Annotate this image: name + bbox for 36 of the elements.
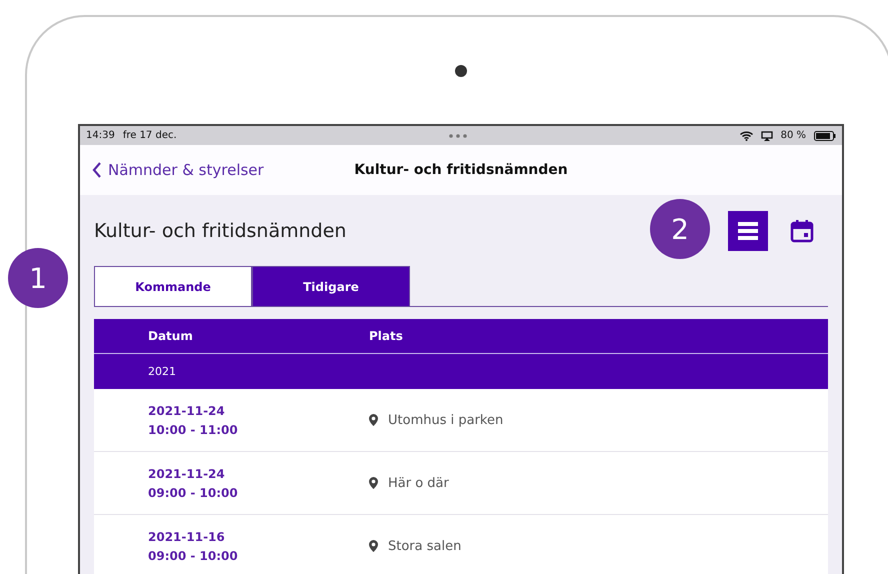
meeting-date: 2021-11-24 — [148, 404, 226, 418]
meeting-row[interactable]: 2021-11-24 10:00 - 11:00 Utomhus i parken — [94, 389, 828, 452]
list-view-button[interactable] — [728, 210, 768, 250]
tab[interactable]: Tidigare — [252, 266, 410, 306]
battery-icon — [814, 130, 836, 140]
location-pin-icon — [369, 414, 378, 426]
meeting-place: Stora salen — [388, 538, 462, 554]
back-link[interactable]: Nämnder & styrelser — [92, 161, 354, 179]
meeting-row[interactable]: 2021-11-16 09:00 - 10:00 Stora salen — [94, 515, 828, 574]
callout-number: 1 — [8, 248, 68, 308]
location-pin-icon — [369, 477, 378, 489]
meeting-row[interactable]: 2021-11-24 09:00 - 10:00 Här o där — [94, 452, 828, 515]
meeting-time: 09:00 - 10:00 — [148, 548, 239, 562]
calendar-icon — [790, 218, 814, 242]
meeting-date: 2021-11-24 — [148, 466, 226, 480]
camera-dot — [455, 65, 467, 77]
nav-title: Kultur- och fritidsnämnden — [354, 162, 568, 178]
group-label: 2021 — [148, 365, 176, 378]
more-dots-icon — [448, 134, 468, 138]
location-pin-icon — [369, 540, 378, 552]
page-title: Kultur- och fritidsnämnden — [94, 220, 346, 242]
meeting-time: 10:00 - 11:00 — [148, 422, 239, 436]
battery-percent: 80 % — [780, 130, 806, 141]
column-header: Plats — [369, 329, 403, 343]
status-time: 14:39 — [86, 130, 115, 141]
status-date: fre 17 dec. — [122, 130, 177, 141]
meeting-time: 09:00 - 10:00 — [148, 486, 239, 500]
chevron-left-icon — [92, 162, 102, 178]
meeting-date: 2021-11-16 — [148, 530, 226, 544]
meeting-place: Här o där — [388, 476, 449, 490]
column-header: Datum — [148, 329, 194, 343]
screen-mirror-icon — [760, 130, 773, 140]
wifi-icon — [740, 130, 753, 140]
meeting-place: Utomhus i parken — [388, 412, 504, 428]
list-icon — [737, 220, 759, 242]
tab[interactable]: Kommande — [94, 266, 252, 306]
